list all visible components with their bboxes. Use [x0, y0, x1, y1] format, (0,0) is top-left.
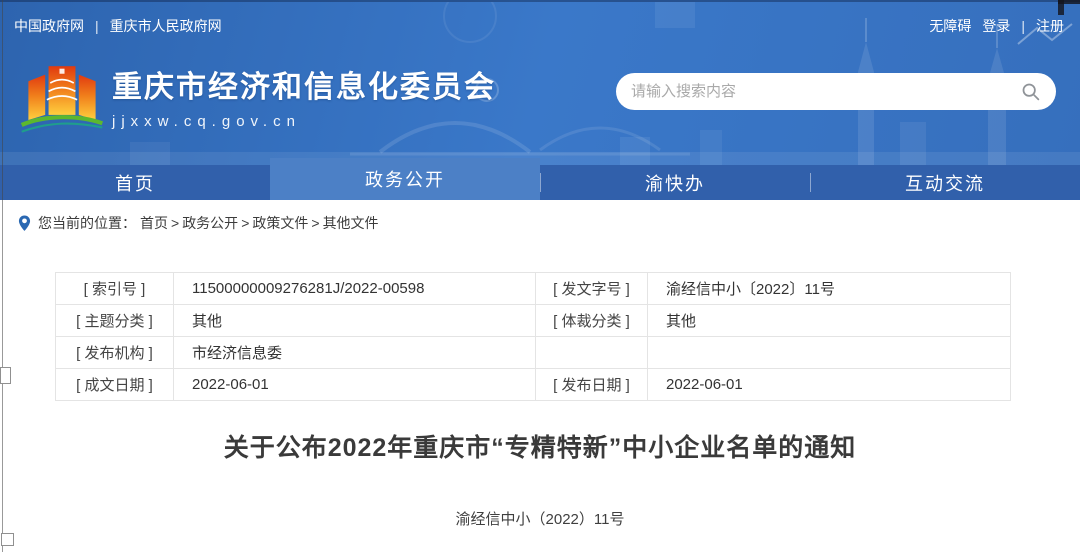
meta-label: [ 发布机构 ]	[56, 337, 174, 369]
site-banner: 中国政府网 | 重庆市人民政府网 无障碍 登录 | 注册	[0, 0, 1080, 165]
link-cq-gov[interactable]: 重庆市人民政府网	[110, 16, 222, 36]
search-input[interactable]	[631, 83, 1020, 100]
site-brand: 重庆市经济和信息化委员会 jjxxw.cq.gov.cn	[20, 52, 496, 140]
site-logo-icon	[20, 52, 104, 140]
breadcrumb: 您当前的位置： 首页 > 政务公开 > 政策文件 > 其他文件	[0, 200, 1080, 246]
meta-label: [ 体裁分类 ]	[536, 305, 648, 337]
meta-label: [ 主题分类 ]	[56, 305, 174, 337]
link-accessibility[interactable]: 无障碍	[929, 16, 971, 36]
selection-handle	[0, 367, 11, 384]
meta-row-dates: [ 成文日期 ] 2022-06-01 [ 发布日期 ] 2022-06-01	[56, 369, 1011, 401]
breadcrumb-separator: >	[241, 215, 249, 231]
breadcrumb-item-government-affairs[interactable]: 政务公开	[182, 213, 238, 233]
selection-edge-line	[2, 0, 3, 552]
site-title: 重庆市经济和信息化委员会	[112, 62, 496, 106]
link-china-gov[interactable]: 中国政府网	[14, 16, 84, 36]
meta-label: [ 成文日期 ]	[56, 369, 174, 401]
selection-handle	[1, 533, 14, 546]
page: 中国政府网 | 重庆市人民政府网 无障碍 登录 | 注册	[0, 0, 1080, 552]
main-nav: 首页 政务公开 渝快办 互动交流	[0, 165, 1080, 200]
breadcrumb-separator: >	[311, 215, 319, 231]
search-box[interactable]	[616, 73, 1056, 110]
document-title: 关于公布2022年重庆市“专精特新”中小企业名单的通知	[0, 428, 1080, 464]
meta-row-issuing-agency: [ 发布机构 ] 市经济信息委	[56, 337, 1011, 369]
breadcrumb-item-policy-documents[interactable]: 政策文件	[252, 213, 308, 233]
site-url: jjxxw.cq.gov.cn	[112, 113, 496, 130]
location-pin-icon	[18, 215, 31, 232]
document-number: 渝经信中小（2022）11号	[0, 508, 1080, 529]
breadcrumb-prefix: 您当前的位置：	[38, 213, 136, 233]
breadcrumb-separator: >	[171, 215, 179, 231]
meta-row-index-number: [ 索引号 ] 11500000009276281J/2022-00598 [ …	[56, 273, 1011, 305]
search-icon[interactable]	[1020, 81, 1041, 102]
meta-label: [ 发文字号 ]	[536, 273, 648, 305]
meta-value: 2022-06-01	[648, 369, 1011, 401]
meta-label	[536, 337, 648, 369]
topbar-left: 中国政府网 | 重庆市人民政府网	[14, 16, 222, 36]
meta-value: 其他	[648, 305, 1011, 337]
nav-tab-yukuaiban[interactable]: 渝快办	[540, 165, 810, 200]
meta-value: 2022-06-01	[174, 369, 536, 401]
breadcrumb-item-other-documents[interactable]: 其他文件	[323, 213, 379, 233]
topbar-right: 无障碍 登录 | 注册	[929, 16, 1064, 36]
meta-value: 11500000009276281J/2022-00598	[174, 273, 536, 305]
meta-value: 其他	[174, 305, 536, 337]
link-login[interactable]: 登录	[982, 16, 1010, 36]
meta-value: 市经济信息委	[174, 337, 536, 369]
meta-value: 渝经信中小〔2022〕11号	[648, 273, 1011, 305]
meta-label: [ 索引号 ]	[56, 273, 174, 305]
document-meta-table: [ 索引号 ] 11500000009276281J/2022-00598 [ …	[55, 272, 1011, 401]
nav-tab-home[interactable]: 首页	[0, 165, 270, 200]
brand-text: 重庆市经济和信息化委员会 jjxxw.cq.gov.cn	[112, 62, 496, 130]
nav-tab-interaction[interactable]: 互动交流	[810, 165, 1080, 200]
top-links-bar: 中国政府网 | 重庆市人民政府网 无障碍 登录 | 注册	[14, 16, 1064, 36]
nav-tab-government-affairs[interactable]: 政务公开	[270, 158, 540, 200]
selection-corner-mark	[1058, 0, 1064, 15]
meta-label: [ 发布日期 ]	[536, 369, 648, 401]
meta-row-topic-category: [ 主题分类 ] 其他 [ 体裁分类 ] 其他	[56, 305, 1011, 337]
breadcrumb-item-home[interactable]: 首页	[140, 213, 168, 233]
topbar-divider: |	[1021, 18, 1025, 34]
link-register[interactable]: 注册	[1036, 16, 1064, 36]
meta-value	[648, 337, 1011, 369]
topbar-divider: |	[95, 18, 99, 34]
